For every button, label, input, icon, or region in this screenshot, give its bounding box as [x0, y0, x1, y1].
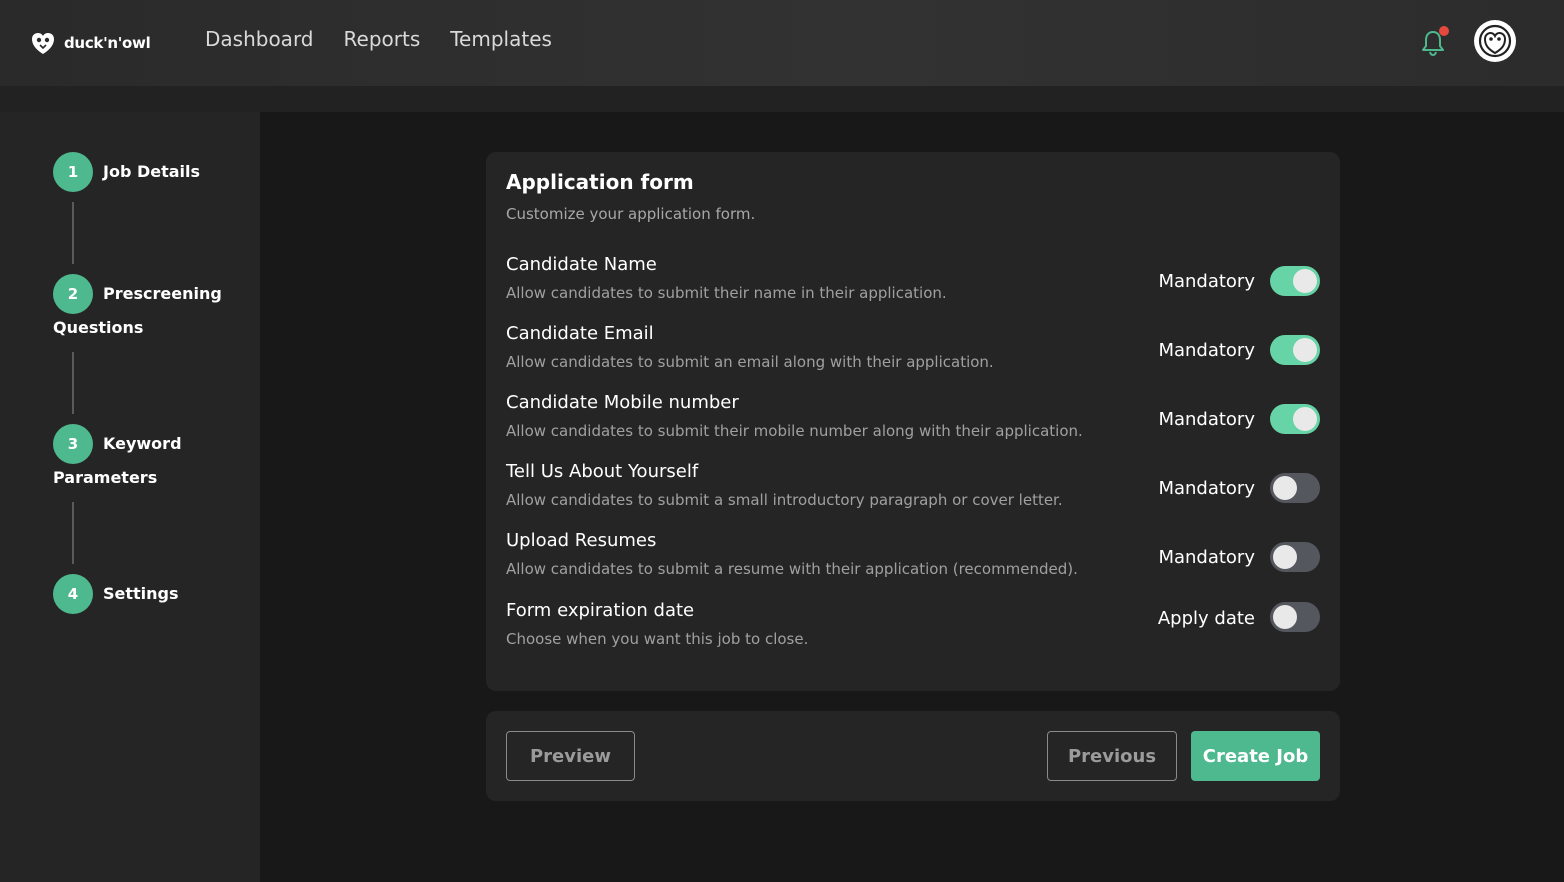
field-description: Choose when you want this job to close.	[506, 630, 809, 648]
nav-reports[interactable]: Reports	[344, 27, 421, 51]
field-option-label: Mandatory	[1158, 409, 1255, 430]
subheader-strip	[0, 86, 1564, 112]
form-subtitle: Customize your application form.	[506, 205, 756, 223]
field-option-label: Apply date	[1157, 608, 1255, 629]
mandatory-toggle[interactable]	[1270, 404, 1320, 434]
field-title: Candidate Name	[506, 254, 657, 275]
field-option-label: Mandatory	[1158, 340, 1255, 361]
toggle-knob	[1293, 338, 1317, 362]
step-label: Settings	[103, 584, 179, 603]
field-candidate-email: Candidate Email Allow candidates to subm…	[506, 323, 1320, 383]
step-label: Keyword Parameters	[53, 434, 182, 487]
field-description: Allow candidates to submit a resume with…	[506, 560, 1078, 578]
duck-owl-logo-icon	[32, 33, 54, 54]
step-label: Job Details	[103, 162, 201, 181]
preview-button[interactable]: Preview	[506, 731, 635, 781]
logo-text: duck'n'owl	[64, 34, 151, 52]
step-connector	[72, 502, 74, 564]
main-nav: Dashboard Reports Templates	[205, 27, 552, 51]
field-candidate-name: Candidate Name Allow candidates to submi…	[506, 254, 1320, 314]
field-form-expiration: Form expiration date Choose when you wan…	[506, 600, 1320, 660]
field-description: Allow candidates to submit an email alon…	[506, 353, 994, 371]
user-avatar[interactable]	[1474, 20, 1516, 62]
field-description: Allow candidates to submit a small intro…	[506, 491, 1063, 509]
top-navigation-bar: duck'n'owl Dashboard Reports Templates	[0, 0, 1564, 86]
step-connector	[72, 352, 74, 414]
field-candidate-mobile: Candidate Mobile number Allow candidates…	[506, 392, 1320, 452]
step-label: Prescreening Questions	[53, 284, 222, 337]
field-title: Form expiration date	[506, 600, 695, 621]
field-option-label: Mandatory	[1158, 478, 1255, 499]
previous-button[interactable]: Previous	[1047, 731, 1177, 781]
application-form-card: Application form Customize your applicat…	[486, 152, 1340, 691]
field-title: Tell Us About Yourself	[506, 461, 699, 482]
nav-dashboard[interactable]: Dashboard	[205, 27, 314, 51]
step-connector	[72, 202, 74, 264]
mandatory-toggle[interactable]	[1270, 266, 1320, 296]
field-description: Allow candidates to submit their name in…	[506, 284, 947, 302]
user-avatar-icon	[1478, 24, 1512, 58]
toggle-knob	[1293, 407, 1317, 431]
nav-templates[interactable]: Templates	[450, 27, 552, 51]
mandatory-toggle[interactable]	[1270, 542, 1320, 572]
toggle-knob	[1273, 605, 1297, 629]
field-option-label: Mandatory	[1158, 271, 1255, 292]
form-actions-bar: Preview Previous Create Job	[486, 711, 1340, 801]
field-upload-resumes: Upload Resumes Allow candidates to submi…	[506, 530, 1320, 590]
apply-date-toggle[interactable]	[1270, 602, 1320, 632]
form-title: Application form	[506, 170, 694, 194]
create-job-button[interactable]: Create Job	[1191, 731, 1320, 781]
field-title: Upload Resumes	[506, 530, 657, 551]
app-logo[interactable]: duck'n'owl	[30, 30, 151, 56]
field-title: Candidate Mobile number	[506, 392, 739, 413]
toggle-knob	[1273, 476, 1297, 500]
field-option-label: Mandatory	[1158, 547, 1255, 568]
toggle-knob	[1273, 545, 1297, 569]
notification-dot	[1439, 26, 1449, 36]
field-about-yourself: Tell Us About Yourself Allow candidates …	[506, 461, 1320, 521]
toggle-knob	[1293, 269, 1317, 293]
mandatory-toggle[interactable]	[1270, 335, 1320, 365]
stepper-sidebar	[0, 112, 260, 882]
bell-icon[interactable]	[1418, 26, 1450, 58]
field-title: Candidate Email	[506, 323, 654, 344]
field-description: Allow candidates to submit their mobile …	[506, 422, 1083, 440]
mandatory-toggle[interactable]	[1270, 473, 1320, 503]
